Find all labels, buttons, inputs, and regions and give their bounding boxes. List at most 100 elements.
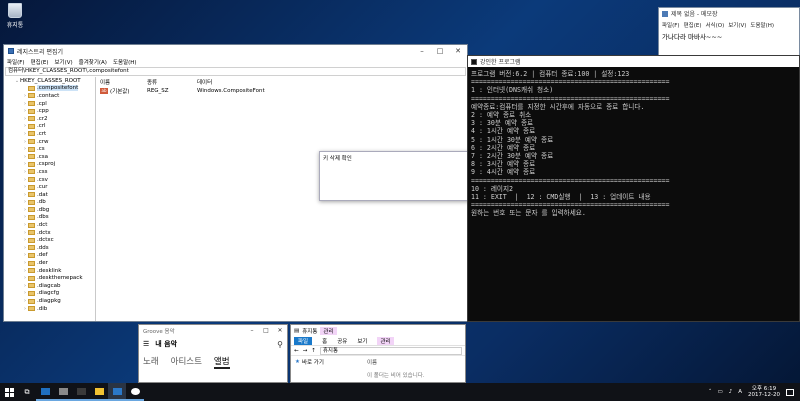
column-type-header[interactable]: 종류: [147, 78, 197, 86]
task-view-icon[interactable]: ⧉: [18, 383, 36, 401]
tree-item[interactable]: › .csproj: [4, 161, 95, 169]
tree-item[interactable]: › .deskthemepack: [4, 274, 95, 282]
tree-item[interactable]: › .desklink: [4, 267, 95, 275]
tree-item[interactable]: › .dct: [4, 221, 95, 229]
forward-arrow-icon[interactable]: →: [303, 348, 308, 354]
regedit-menu-view[interactable]: 보기(V): [54, 58, 72, 66]
groove-maximize-button[interactable]: □: [259, 327, 273, 334]
ribbon-file-tab[interactable]: 파일: [294, 336, 313, 345]
console-titlebar[interactable]: 강인한 프로그램: [468, 56, 799, 67]
tree-item[interactable]: › .diagpkg: [4, 297, 95, 305]
regedit-titlebar[interactable]: 레지스트리 편집기 – □ ✕: [4, 45, 467, 57]
network-icon[interactable]: ▭: [718, 389, 723, 395]
regedit-close-button[interactable]: ✕: [449, 47, 467, 55]
explorer-titlebar[interactable]: ▤ 휴지통 관리: [291, 325, 465, 336]
notepad-menu-help[interactable]: 도움말(H): [750, 21, 774, 29]
taskbar-app-regedit[interactable]: [108, 383, 126, 401]
notepad-window[interactable]: 제목 없음 - 메모장 파일(F) 편집(E) 서식(O) 보기(V) 도움말(…: [658, 7, 800, 59]
tree-item[interactable]: › .cr2: [4, 115, 95, 123]
recycle-bin-desktop-icon[interactable]: 휴지통: [4, 3, 26, 29]
tree-item[interactable]: › .def: [4, 252, 95, 260]
groove-close-button[interactable]: ✕: [273, 327, 287, 334]
tab-albums[interactable]: 앨범: [213, 355, 230, 369]
column-name-header[interactable]: 이름: [367, 358, 459, 366]
tab-songs[interactable]: 노래: [143, 355, 159, 369]
ribbon-home-tab[interactable]: 홈: [322, 337, 327, 345]
regedit-address-bar[interactable]: 컴퓨터\HKEY_CLASSES_ROOT\.compositefont: [5, 67, 466, 76]
regedit-minimize-button[interactable]: –: [413, 47, 431, 55]
explorer-content[interactable]: 이름 이 폴더는 비어 있습니다.: [361, 356, 465, 381]
tree-item[interactable]: › .contact: [4, 92, 95, 100]
folder-icon: [28, 116, 35, 122]
column-data-header[interactable]: 데이터: [197, 78, 467, 86]
regedit-maximize-button[interactable]: □: [431, 47, 449, 55]
up-arrow-icon[interactable]: ↑: [311, 348, 316, 354]
tree-item[interactable]: › .crt: [4, 130, 95, 138]
tree-item[interactable]: › .diagcab: [4, 282, 95, 290]
tree-item[interactable]: › .diagcfg: [4, 290, 95, 298]
tree-item[interactable]: › .dctxc: [4, 236, 95, 244]
tab-artists[interactable]: 아티스트: [171, 355, 202, 369]
taskbar-app-notepad[interactable]: [54, 383, 72, 401]
hamburger-menu-icon[interactable]: ☰: [143, 340, 149, 348]
tree-item[interactable]: › .db: [4, 199, 95, 207]
tree-item[interactable]: › .cpl: [4, 100, 95, 108]
quick-access-item[interactable]: ★ 바로 가기: [295, 358, 357, 366]
regedit-menu-help[interactable]: 도움말(H): [113, 58, 137, 66]
search-icon[interactable]: ⚲: [277, 340, 283, 349]
column-name-header[interactable]: 이름: [97, 78, 147, 86]
taskbar-app-explorer[interactable]: [36, 383, 54, 401]
groove-music-window[interactable]: Groove 음악 – □ ✕ ☰ 내 음악 ⚲ 노래 아티스트 앨범: [138, 324, 288, 383]
tree-item[interactable]: › .cs: [4, 145, 95, 153]
notepad-menu-view[interactable]: 보기(V): [728, 21, 746, 29]
tree-root[interactable]: ⌄ HKEY_CLASSES_ROOT: [4, 77, 95, 85]
taskbar-app-console[interactable]: [72, 383, 90, 401]
regedit-menu-file[interactable]: 파일(F): [7, 58, 25, 66]
tree-item[interactable]: › .der: [4, 259, 95, 267]
tree-item[interactable]: › .css: [4, 168, 95, 176]
tree-item-label: .css: [37, 168, 48, 175]
tree-item-selected[interactable]: .compositefont: [4, 85, 95, 93]
groove-titlebar[interactable]: Groove 음악 – □ ✕: [139, 325, 287, 336]
clock[interactable]: 오후 6:19 2017-12-20: [748, 386, 780, 398]
tree-item[interactable]: › .csa: [4, 153, 95, 161]
regedit-key-tree[interactable]: ⌄ HKEY_CLASSES_ROOT .compositefont › .con…: [4, 77, 96, 321]
tree-item[interactable]: › .dctx: [4, 229, 95, 237]
notepad-text-area[interactable]: 가나다라 마바사~~~: [659, 31, 799, 41]
file-explorer-window[interactable]: ▤ 휴지통 관리 파일 홈 공유 보기 관리 ← → ↑ 휴지통 ★ 바로 가기…: [290, 324, 466, 383]
taskbar-app-groove[interactable]: [126, 383, 144, 401]
value-row[interactable]: ab (기본값) REG_SZ Windows.CompositeFont: [97, 86, 467, 95]
volume-icon[interactable]: ♪: [729, 389, 733, 395]
tree-item[interactable]: › .dds: [4, 244, 95, 252]
regedit-menu-favorites[interactable]: 즐겨찾기(A): [79, 58, 107, 66]
ribbon-view-tab[interactable]: 보기: [357, 337, 367, 345]
ribbon-share-tab[interactable]: 공유: [337, 337, 347, 345]
delete-key-confirm-dialog[interactable]: 키 삭제 확인: [319, 151, 474, 201]
ribbon-manage-tab[interactable]: 관리: [377, 336, 394, 345]
notepad-titlebar[interactable]: 제목 없음 - 메모장: [659, 8, 799, 19]
tree-item[interactable]: › .cur: [4, 183, 95, 191]
start-button[interactable]: [0, 383, 18, 401]
chevron-up-icon[interactable]: ˄: [709, 389, 712, 395]
regedit-menu-edit[interactable]: 편집(E): [31, 58, 49, 66]
notepad-app-icon: [58, 387, 68, 395]
tree-item[interactable]: › .cpp: [4, 107, 95, 115]
console-output[interactable]: 프로그램 버전:6.2 | 컴퓨터 종료:100 | 설정:123 =======…: [468, 67, 799, 221]
notification-icon[interactable]: [786, 388, 794, 396]
explorer-address-bar[interactable]: 휴지통: [319, 346, 462, 355]
tree-item[interactable]: › .dbs: [4, 214, 95, 222]
taskbar-app-files[interactable]: [90, 383, 108, 401]
back-arrow-icon[interactable]: ←: [294, 348, 299, 354]
groove-minimize-button[interactable]: –: [245, 327, 259, 334]
tree-item[interactable]: › .dbg: [4, 206, 95, 214]
tree-item[interactable]: › .dib: [4, 305, 95, 313]
console-window[interactable]: 강인한 프로그램 프로그램 버전:6.2 | 컴퓨터 종료:100 | 설정:1…: [467, 55, 800, 322]
tree-item[interactable]: › .crl: [4, 123, 95, 131]
ime-icon[interactable]: A: [738, 389, 742, 395]
notepad-menu-file[interactable]: 파일(F): [662, 21, 680, 29]
tree-item[interactable]: › .dat: [4, 191, 95, 199]
notepad-menu-edit[interactable]: 편집(E): [684, 21, 702, 29]
tree-item[interactable]: › .crw: [4, 138, 95, 146]
notepad-menu-format[interactable]: 서식(O): [705, 21, 724, 29]
tree-item[interactable]: › .csv: [4, 176, 95, 184]
